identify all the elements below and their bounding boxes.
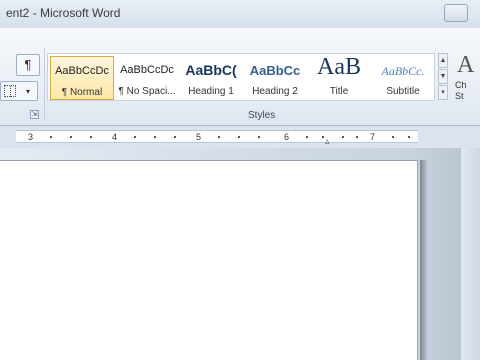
style-heading-2[interactable]: AaBbCc Heading 2 xyxy=(244,56,306,100)
ruler-tick xyxy=(322,136,324,138)
change-styles-label-line2: St xyxy=(455,91,464,101)
window-title: ent2 - Microsoft Word xyxy=(6,6,121,20)
ruler-tick xyxy=(218,136,220,138)
ruler-number: 5 xyxy=(196,132,202,142)
ruler-tick xyxy=(238,136,240,138)
styles-scroll-down-button[interactable]: ▼ xyxy=(438,69,448,84)
ruler-tick xyxy=(408,136,410,138)
style-subtitle[interactable]: AaBbCc. Subtitle xyxy=(372,56,434,100)
ruler-tick xyxy=(154,136,156,138)
minimize-button[interactable] xyxy=(444,4,468,22)
style-label: ¶ No Spaci... xyxy=(118,86,176,97)
style-title[interactable]: AaB Title xyxy=(308,54,370,100)
style-sample: AaBbCc. xyxy=(381,64,425,78)
styles-group-label: Styles xyxy=(248,110,276,121)
ruler-tick xyxy=(70,136,72,138)
ruler-tick xyxy=(392,136,394,138)
style-label: Title xyxy=(329,86,349,97)
vertical-scrollbar[interactable] xyxy=(460,148,480,360)
ruler-tick xyxy=(258,136,260,138)
page-shadow xyxy=(420,160,428,360)
ruler-tick xyxy=(306,136,308,138)
show-formatting-marks-button[interactable]: ¶ xyxy=(16,54,40,76)
ruler-number: 3 xyxy=(28,132,34,142)
document-page[interactable] xyxy=(0,160,418,360)
ruler-number: 6 xyxy=(284,132,290,142)
style-label: ¶ Normal xyxy=(61,87,103,98)
ruler-number: 4 xyxy=(112,132,118,142)
ruler-tick xyxy=(342,136,344,138)
ruler-tick xyxy=(174,136,176,138)
change-styles-label-line1: Ch xyxy=(455,80,467,90)
styles-scroll-up-button[interactable]: ▲ xyxy=(438,53,448,68)
paragraph-dialog-launcher[interactable]: ⇲ xyxy=(30,110,39,119)
ruler-tick xyxy=(134,136,136,138)
ruler-number: 7 xyxy=(370,132,376,142)
right-indent-marker[interactable]: ▵ xyxy=(325,136,330,147)
ruler-tick xyxy=(90,136,92,138)
style-label: Heading 2 xyxy=(252,86,298,97)
horizontal-ruler[interactable]: 3 4 5 6 7 xyxy=(16,130,418,143)
chevron-down-icon: ▼ xyxy=(439,73,447,80)
ruler-tick xyxy=(50,136,52,138)
style-label: Subtitle xyxy=(386,86,420,97)
style-no-spacing[interactable]: AaBbCcDc ¶ No Spaci... xyxy=(116,56,178,100)
style-normal[interactable]: AaBbCcDc ¶ Normal xyxy=(50,56,114,100)
title-bar: ent2 - Microsoft Word xyxy=(0,0,480,28)
change-styles-icon: A xyxy=(457,52,475,78)
borders-button[interactable]: ▾ xyxy=(0,81,38,101)
style-sample: AaB xyxy=(317,54,361,80)
style-sample: AaBbC( xyxy=(185,62,237,78)
styles-more-button[interactable]: ▾ xyxy=(438,85,448,100)
chevron-down-icon: ▾ xyxy=(26,87,31,96)
borders-icon xyxy=(4,85,16,97)
group-separator xyxy=(44,48,45,120)
pilcrow-icon: ¶ xyxy=(24,57,32,72)
style-sample: AaBbCc xyxy=(249,63,301,78)
styles-gallery: AaBbCcDc ¶ Normal AaBbCcDc ¶ No Spaci...… xyxy=(47,53,435,101)
ruler-tick xyxy=(356,136,358,138)
change-styles-button[interactable]: A Ch St xyxy=(451,52,480,104)
style-label: Heading 1 xyxy=(188,86,234,97)
style-sample: AaBbCcDc xyxy=(55,65,109,77)
style-heading-1[interactable]: AaBbC( Heading 1 xyxy=(180,56,242,100)
style-sample: AaBbCcDc xyxy=(120,64,174,76)
